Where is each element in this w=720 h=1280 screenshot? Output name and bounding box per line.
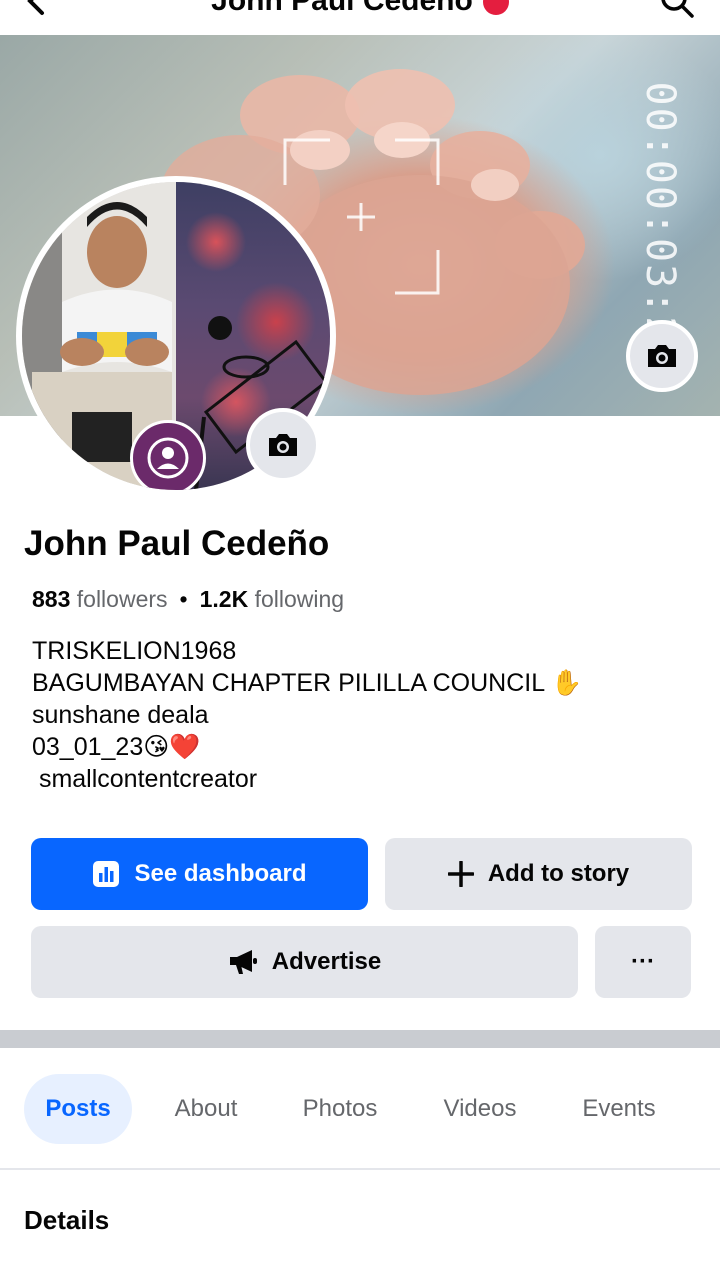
followers-label[interactable]: followers (77, 586, 168, 612)
dashboard-icon (92, 860, 120, 888)
advertise-label: Advertise (271, 948, 382, 975)
add-to-story-label: Add to story (487, 860, 630, 887)
see-dashboard-label: See dashboard (134, 860, 307, 887)
megaphone-icon (228, 948, 258, 976)
page-title: John Paul Cedeño (0, 0, 720, 18)
bio-line: sunshane deala (32, 701, 209, 729)
tab-events[interactable]: Events (570, 1074, 668, 1144)
tab-photos[interactable]: Photos (290, 1074, 390, 1144)
more-options-button[interactable]: ··· (595, 926, 691, 998)
top-bar: John Paul Cedeño (0, 0, 720, 35)
tab-posts[interactable]: Posts (24, 1074, 132, 1144)
tab-videos[interactable]: Videos (430, 1074, 530, 1144)
section-divider (0, 1030, 720, 1048)
bio-line: 03_01_23😘❤️ (32, 733, 201, 761)
verified-badge-icon (482, 0, 509, 16)
see-dashboard-button[interactable]: See dashboard (31, 838, 368, 910)
edit-cover-photo-button[interactable] (626, 320, 698, 392)
bio-line: TRISKELION1968 (32, 637, 237, 665)
followers-count[interactable]: 883 (32, 586, 70, 612)
profile-tabs: Posts About Photos Videos Events (0, 1048, 720, 1170)
profile-bio: TRISKELION1968 BAGUMBAYAN CHAPTER PILILL… (32, 635, 582, 795)
follow-stats: 883 followers • 1.2K following (32, 586, 344, 613)
profile-name: John Paul Cedeño (24, 524, 330, 563)
bio-line: smallcontentcreator (32, 765, 258, 793)
camera-icon (648, 345, 676, 367)
more-options-icon: ··· (631, 948, 655, 975)
page-title-text: John Paul Cedeño (211, 0, 473, 17)
profile-badge-icon (147, 437, 189, 479)
advertise-button[interactable]: Advertise (31, 926, 578, 998)
following-count[interactable]: 1.2K (200, 586, 249, 612)
camera-icon (269, 434, 297, 456)
details-heading: Details (24, 1205, 110, 1235)
search-icon[interactable] (660, 0, 694, 18)
tab-about[interactable]: About (160, 1074, 252, 1144)
edit-profile-picture-button[interactable] (246, 408, 320, 482)
cover-timecode: 00:00:03:23 (637, 82, 683, 369)
following-label[interactable]: following (255, 586, 345, 612)
plus-icon (447, 861, 474, 887)
bio-line: BAGUMBAYAN CHAPTER PILILLA COUNCIL ✋ (32, 669, 583, 697)
stats-separator: • (179, 586, 188, 612)
avatar-frame-badge (130, 420, 206, 490)
add-to-story-button[interactable]: Add to story (385, 838, 692, 910)
